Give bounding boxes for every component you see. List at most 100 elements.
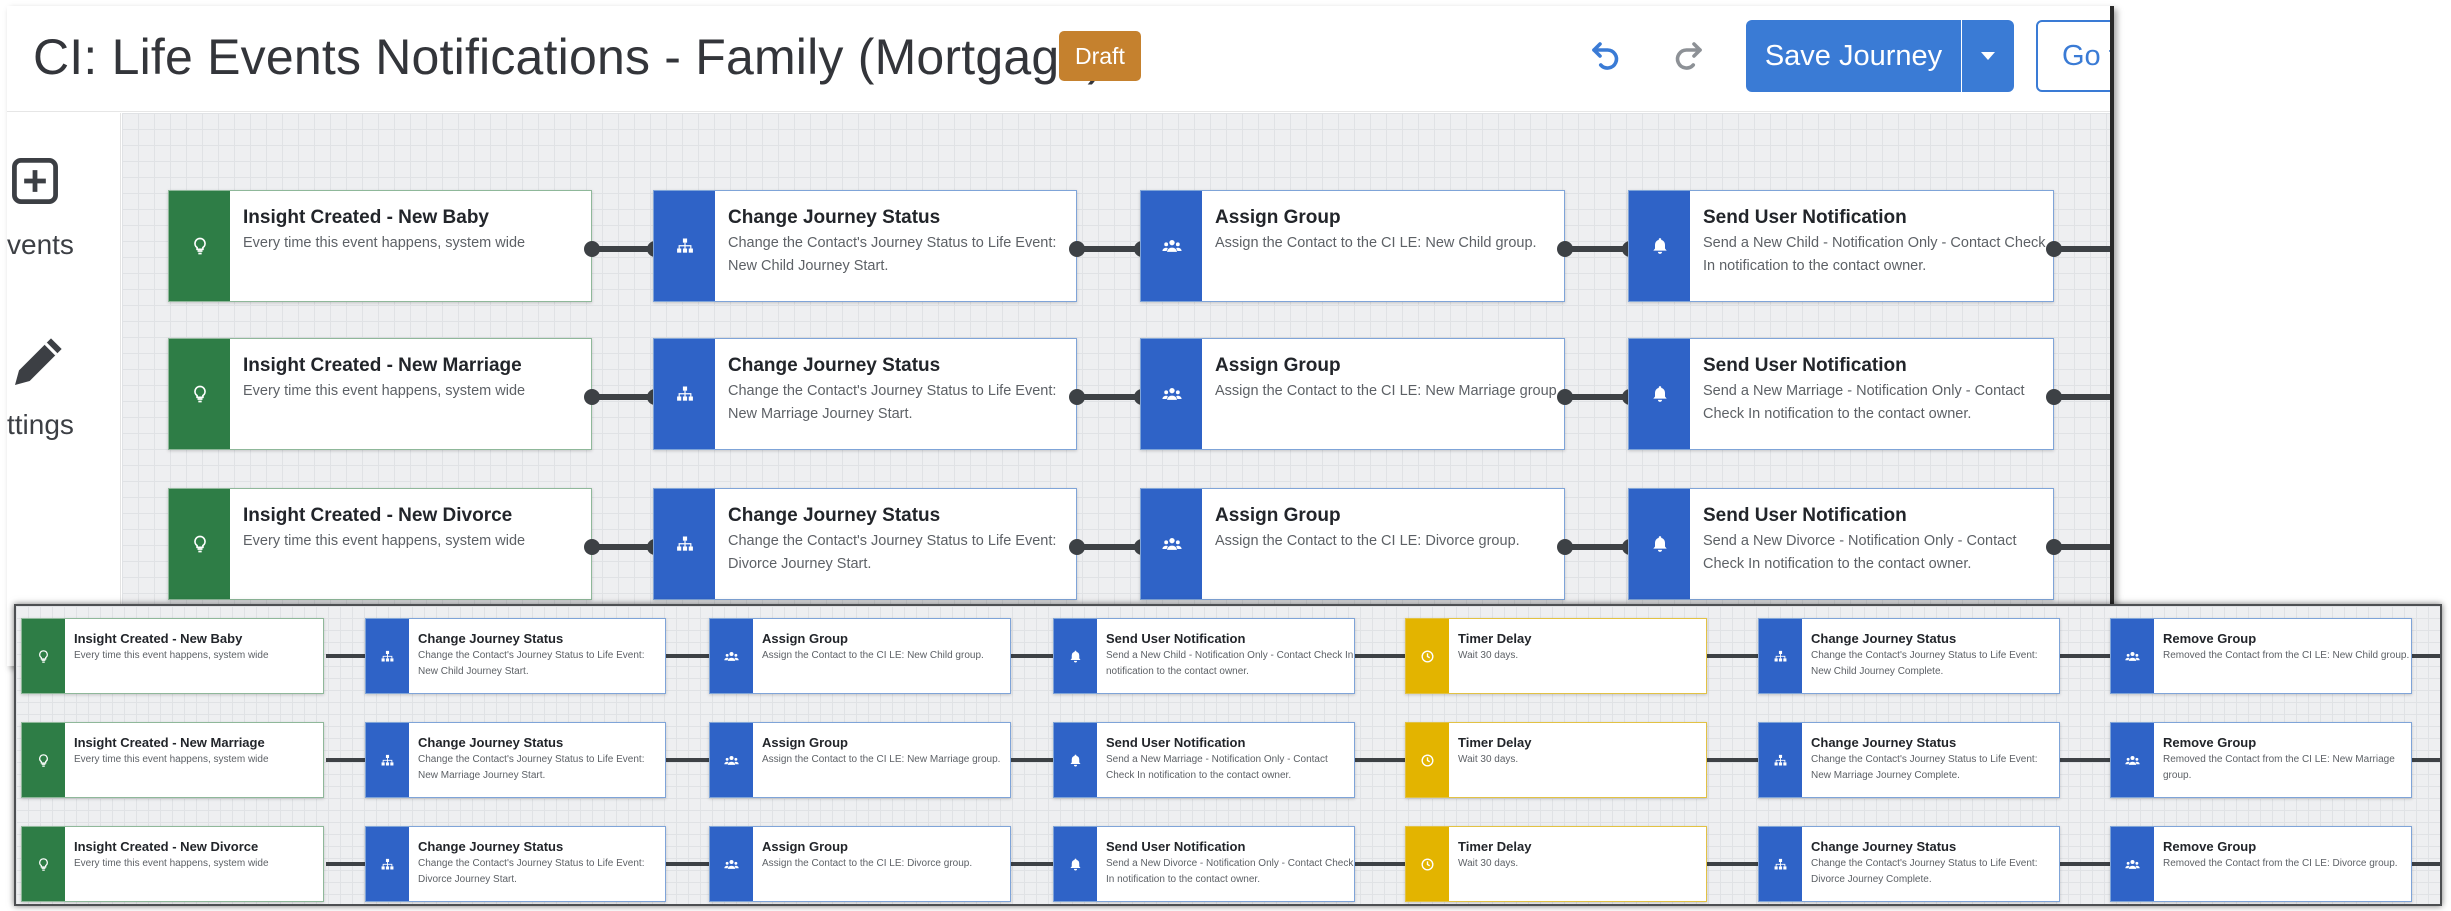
node-description: Removed the Contact from the CI LE: New … [2163, 650, 2410, 661]
send-user-notification-node[interactable]: Send User Notification Send a New Marriag… [1628, 338, 2054, 450]
change-journey-status-node[interactable]: Change Journey Status Change the Contact'… [365, 618, 666, 694]
pencil-icon[interactable] [7, 329, 71, 393]
trigger-node-bar [22, 619, 65, 693]
timer-delay-node[interactable]: Timer Delay Wait 30 days. [1405, 826, 1707, 902]
remove-group-node[interactable]: Remove Group Removed the Contact from the… [2110, 722, 2412, 798]
journey-editor-window: CI: Life Events Notifications - Family (… [7, 6, 2114, 666]
bell-icon [1652, 238, 1667, 254]
action-node-bar [710, 827, 753, 901]
timer-delay-node[interactable]: Timer Delay Wait 30 days. [1405, 618, 1707, 694]
node-title: Insight Created - New Divorce [243, 505, 513, 526]
send-user-notification-node[interactable]: Send User Notification Send a New Divorce… [1053, 826, 1355, 902]
node-description: Every time this event happens, system wi… [243, 533, 526, 549]
assign-group-node[interactable]: Assign Group Assign the Contact to the CI… [1140, 488, 1565, 600]
users-icon [724, 651, 739, 661]
change-journey-status-node[interactable]: Change Journey Status Change the Contact'… [1758, 826, 2060, 902]
lightbulb-icon [193, 237, 206, 255]
change-journey-status-node[interactable]: Change Journey Status Change the Contact'… [1758, 722, 2060, 798]
node-title: Change Journey Status [728, 207, 941, 228]
users-icon [1161, 240, 1182, 252]
connector-dot [2046, 389, 2062, 405]
send-user-notification-node[interactable]: Send User Notification Send a New Marriag… [1053, 722, 1355, 798]
action-node-bar [366, 723, 409, 797]
users-icon [2125, 651, 2140, 661]
action-node-bar [654, 339, 715, 449]
remove-group-node[interactable]: Remove Group Removed the Contact from the… [2110, 618, 2412, 694]
change-journey-status-node[interactable]: Change Journey Status Change the Contact'… [1758, 618, 2060, 694]
connector-dot [1069, 539, 1085, 555]
action-node-bar [1141, 191, 1202, 301]
trigger-node[interactable]: Insight Created - New Divorce Every time … [168, 488, 592, 600]
send-user-notification-node[interactable]: Send User Notification Send a New Child -… [1053, 618, 1355, 694]
redo-icon[interactable] [1670, 38, 1706, 74]
events-tab-label[interactable]: vents [7, 229, 74, 261]
node-title: Timer Delay [1458, 631, 1532, 646]
connector-dot [1069, 389, 1085, 405]
settings-tab-label[interactable]: ttings [7, 409, 74, 441]
node-description: Change the Contact's Journey Status to L… [418, 754, 645, 781]
remove-group-node[interactable]: Remove Group Removed the Contact from the… [2110, 826, 2412, 902]
add-square-icon[interactable] [9, 155, 61, 207]
hierarchy-icon [381, 858, 394, 869]
change-journey-status-node[interactable]: Change Journey Status Change the Contact'… [653, 190, 1077, 302]
assign-group-node[interactable]: Assign Group Assign the Contact to the CI… [1140, 338, 1565, 450]
action-node-bar [710, 723, 753, 797]
clock-icon [1421, 754, 1434, 766]
node-title: Insight Created - New Marriage [74, 735, 265, 750]
trigger-node-bar [169, 191, 230, 301]
assign-group-node[interactable]: Assign Group Assign the Contact to the CI… [1140, 190, 1565, 302]
node-description: Assign the Contact to the CI LE: New Mar… [1215, 383, 1561, 399]
connector-dot [584, 241, 600, 257]
trigger-node[interactable]: Insight Created - New Divorce Every time … [21, 826, 324, 902]
change-journey-status-node[interactable]: Change Journey Status Change the Contact'… [365, 722, 666, 798]
action-node-bar [1759, 723, 1802, 797]
action-node-bar [1054, 619, 1097, 693]
users-icon [1161, 388, 1182, 400]
trigger-node[interactable]: Insight Created - New Marriage Every time… [168, 338, 592, 450]
node-description: Change the Contact's Journey Status to L… [728, 533, 1057, 572]
node-title: Change Journey Status [418, 735, 564, 750]
go-to-button[interactable]: Go to [2036, 20, 2110, 92]
hierarchy-icon [1774, 858, 1787, 869]
node-description: Change the Contact's Journey Status to L… [728, 383, 1057, 422]
node-title: Timer Delay [1458, 839, 1532, 854]
users-icon [2125, 755, 2140, 765]
action-node-bar [1629, 191, 1690, 301]
lightbulb-icon [39, 649, 48, 663]
trigger-node-bar [169, 339, 230, 449]
action-node-bar [710, 619, 753, 693]
change-journey-status-node[interactable]: Change Journey Status Change the Contact'… [653, 338, 1077, 450]
node-description: Send a New Divorce - Notification Only -… [1106, 858, 1354, 885]
action-node-bar [1141, 339, 1202, 449]
node-description: Change the Contact's Journey Status to L… [1811, 754, 2038, 781]
hierarchy-icon [676, 386, 693, 401]
node-description: Wait 30 days. [1458, 858, 1519, 869]
change-journey-status-node[interactable]: Change Journey Status Change the Contact'… [365, 826, 666, 902]
undo-icon[interactable] [1588, 38, 1624, 74]
action-node-bar [1629, 489, 1690, 599]
trigger-node[interactable]: Insight Created - New Marriage Every time… [21, 722, 324, 798]
connector-dot [2046, 241, 2062, 257]
timer-node-bar [1406, 723, 1449, 797]
save-journey-button[interactable]: Save Journey [1746, 20, 1961, 92]
journey-title[interactable]: CI: Life Events Notifications - Family (… [33, 28, 1104, 86]
save-options-button[interactable] [1962, 20, 2014, 92]
timer-delay-node[interactable]: Timer Delay Wait 30 days. [1405, 722, 1707, 798]
caret-down-icon [1981, 52, 1995, 60]
send-user-notification-node[interactable]: Send User Notification Send a New Divorce… [1628, 488, 2054, 600]
journey-canvas[interactable]: Insight Created - New Baby Every time thi… [122, 113, 2110, 666]
assign-group-node[interactable]: Assign Group Assign the Contact to the CI… [709, 826, 1011, 902]
node-title: Change Journey Status [1811, 735, 1957, 750]
change-journey-status-node[interactable]: Change Journey Status Change the Contact'… [653, 488, 1077, 600]
overview-canvas[interactable]: Insight Created - New Baby Every time thi… [16, 606, 2440, 904]
node-title: Send User Notification [1106, 631, 1246, 646]
hierarchy-icon [1774, 754, 1787, 765]
clock-icon [1421, 858, 1434, 870]
send-user-notification-node[interactable]: Send User Notification Send a New Child -… [1628, 190, 2054, 302]
assign-group-node[interactable]: Assign Group Assign the Contact to the CI… [709, 618, 1011, 694]
trigger-node[interactable]: Insight Created - New Baby Every time thi… [21, 618, 324, 694]
screenshot-stage: CI: Life Events Notifications - Family (… [0, 0, 2451, 911]
trigger-node[interactable]: Insight Created - New Baby Every time thi… [168, 190, 592, 302]
lightbulb-icon [39, 857, 48, 871]
assign-group-node[interactable]: Assign Group Assign the Contact to the CI… [709, 722, 1011, 798]
